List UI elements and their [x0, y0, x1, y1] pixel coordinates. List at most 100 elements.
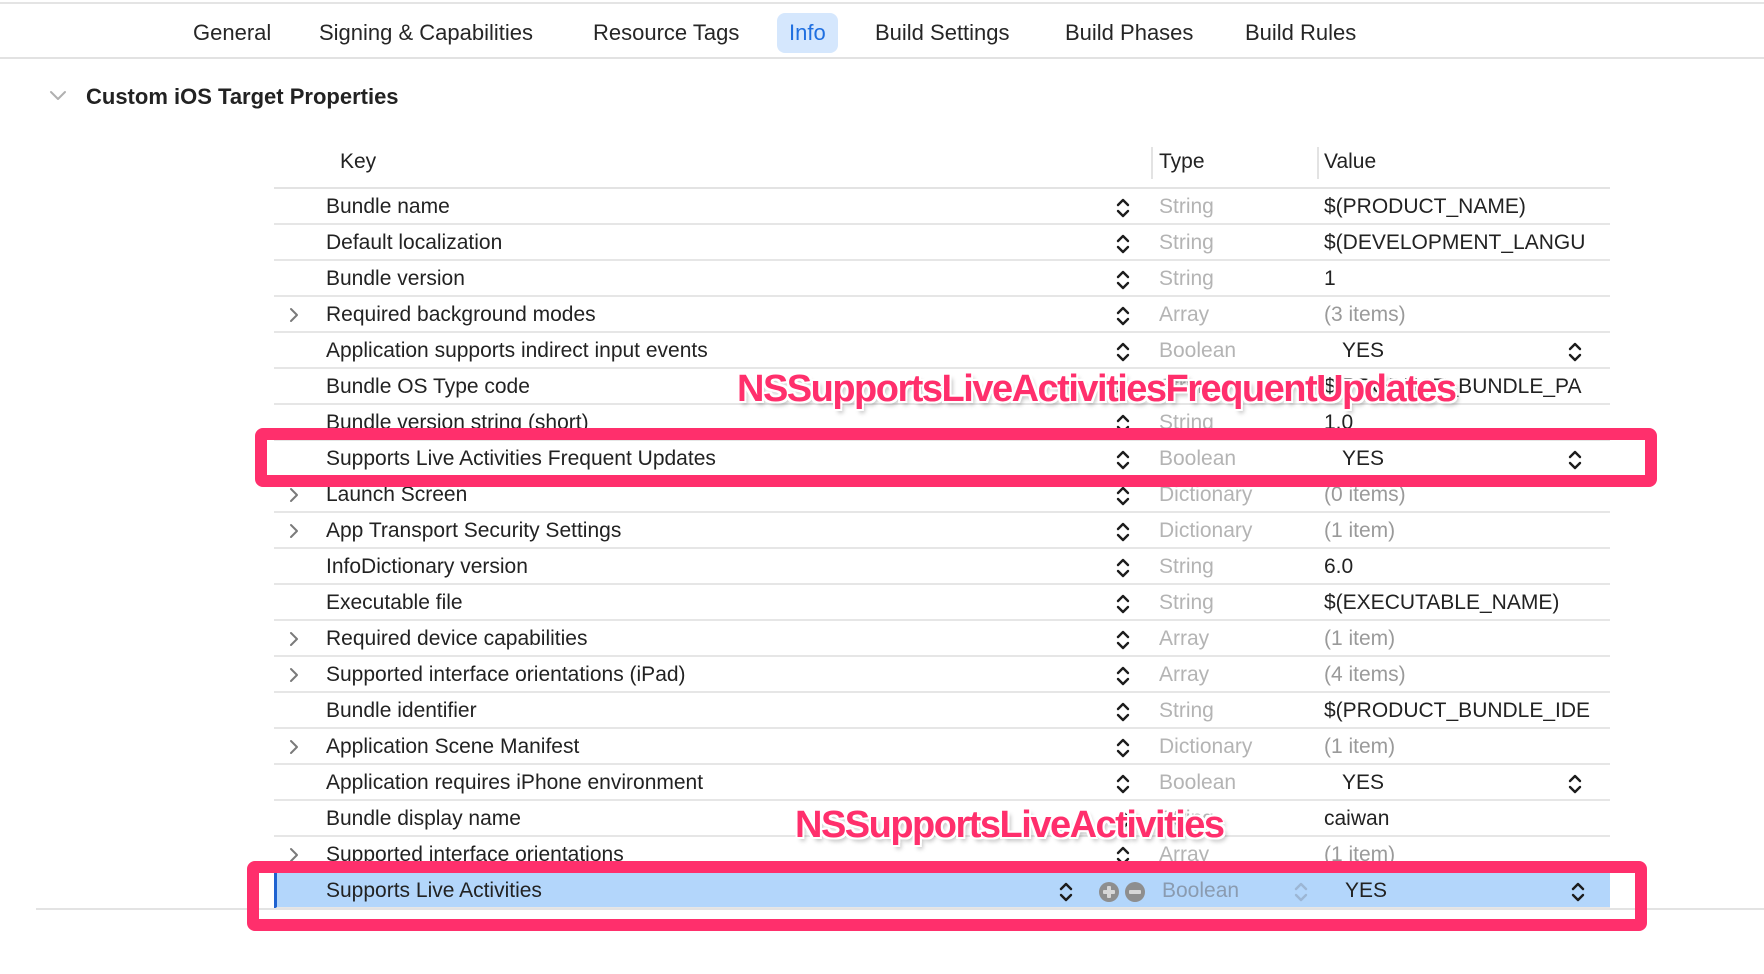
row-value[interactable]: $(DEVELOPMENT_LANGU — [1324, 231, 1585, 255]
row-type[interactable]: Boolean — [1159, 771, 1236, 795]
remove-row-button[interactable] — [1125, 882, 1145, 902]
row-value[interactable]: 6.0 — [1324, 555, 1353, 579]
row-value[interactable]: YES — [1342, 447, 1384, 471]
key-stepper-icon[interactable] — [1115, 629, 1131, 651]
row-type[interactable]: Dictionary — [1159, 735, 1252, 759]
key-stepper-icon[interactable] — [1115, 701, 1131, 723]
table-row[interactable]: Required background modes Array (3 items) — [274, 297, 1610, 333]
row-type[interactable]: Array — [1159, 663, 1209, 687]
row-type[interactable]: String — [1159, 555, 1214, 579]
row-key[interactable]: Supported interface orientations — [326, 843, 624, 867]
table-row[interactable]: Required device capabilities Array (1 item… — [274, 621, 1610, 657]
tab-resource-tags[interactable]: Resource Tags — [581, 13, 751, 53]
row-key[interactable]: Bundle version — [326, 267, 465, 291]
key-stepper-icon[interactable] — [1115, 665, 1131, 687]
chevron-right-icon[interactable] — [286, 522, 302, 540]
row-key[interactable]: Executable file — [326, 591, 463, 615]
row-value[interactable]: 1 — [1324, 267, 1336, 291]
chevron-right-icon[interactable] — [286, 306, 302, 324]
table-row[interactable]: App Transport Security Settings Dictionar… — [274, 513, 1610, 549]
key-stepper-icon[interactable] — [1115, 233, 1131, 255]
row-type[interactable]: String — [1159, 411, 1214, 435]
tab-build-phases[interactable]: Build Phases — [1053, 13, 1205, 53]
tab-general[interactable]: General — [181, 13, 283, 53]
row-value[interactable]: YES — [1342, 771, 1384, 795]
chevron-right-icon[interactable] — [286, 738, 302, 756]
add-row-button[interactable] — [1099, 882, 1119, 902]
tab-build-rules[interactable]: Build Rules — [1233, 13, 1368, 53]
type-stepper-icon[interactable] — [1293, 881, 1309, 903]
row-key[interactable]: Bundle name — [326, 195, 450, 219]
row-type[interactable]: String — [1159, 195, 1214, 219]
row-value[interactable]: $(PRODUCT_NAME) — [1324, 195, 1526, 219]
table-row[interactable]: Supports Live Activities Boolean YES — [274, 873, 1610, 909]
table-row[interactable]: Supports Live Activities Frequent Update… — [274, 441, 1610, 477]
row-key[interactable]: Launch Screen — [326, 483, 467, 507]
row-value[interactable]: (1 item) — [1324, 627, 1395, 651]
value-stepper-icon[interactable] — [1567, 341, 1583, 363]
table-row[interactable]: Launch Screen Dictionary (0 items) — [274, 477, 1610, 513]
table-row[interactable]: Bundle name String $(PRODUCT_NAME) — [274, 189, 1610, 225]
key-stepper-icon[interactable] — [1115, 557, 1131, 579]
row-value[interactable]: 1.0 — [1324, 411, 1353, 435]
key-stepper-icon[interactable] — [1115, 449, 1131, 471]
row-key[interactable]: Bundle display name — [326, 807, 521, 831]
column-header-key[interactable]: Key — [340, 150, 376, 174]
row-value[interactable]: caiwan — [1324, 807, 1389, 831]
key-stepper-icon[interactable] — [1115, 737, 1131, 759]
row-key[interactable]: Supported interface orientations (iPad) — [326, 663, 686, 687]
row-key[interactable]: Bundle identifier — [326, 699, 477, 723]
chevron-right-icon[interactable] — [286, 486, 302, 504]
value-stepper-icon[interactable] — [1567, 449, 1583, 471]
row-type[interactable]: Dictionary — [1159, 483, 1252, 507]
row-key[interactable]: App Transport Security Settings — [326, 519, 621, 543]
table-row[interactable]: Application Scene Manifest Dictionary (1 i… — [274, 729, 1610, 765]
row-type[interactable]: String — [1159, 699, 1214, 723]
row-key[interactable]: Application supports indirect input even… — [326, 339, 708, 363]
key-stepper-icon[interactable] — [1058, 881, 1074, 903]
row-value[interactable]: (4 items) — [1324, 663, 1406, 687]
column-header-value[interactable]: Value — [1324, 150, 1376, 174]
row-type[interactable]: Array — [1159, 627, 1209, 651]
row-key[interactable]: Default localization — [326, 231, 502, 255]
value-stepper-icon[interactable] — [1567, 773, 1583, 795]
key-stepper-icon[interactable] — [1115, 413, 1131, 435]
tab-signing-capabilities[interactable]: Signing & Capabilities — [307, 13, 545, 53]
chevron-down-icon[interactable] — [48, 86, 68, 106]
tab-info[interactable]: Info — [777, 13, 838, 53]
key-stepper-icon[interactable] — [1115, 485, 1131, 507]
row-key[interactable]: InfoDictionary version — [326, 555, 528, 579]
table-row[interactable]: Application supports indirect input even… — [274, 333, 1610, 369]
key-stepper-icon[interactable] — [1115, 305, 1131, 327]
row-value[interactable]: (1 item) — [1324, 843, 1395, 867]
row-value[interactable]: (1 item) — [1324, 735, 1395, 759]
row-type[interactable]: Boolean — [1159, 339, 1236, 363]
tab-build-settings[interactable]: Build Settings — [863, 13, 1022, 53]
key-stepper-icon[interactable] — [1115, 521, 1131, 543]
table-row[interactable]: Default localization String $(DEVELOPMENT_… — [274, 225, 1610, 261]
row-key[interactable]: Bundle OS Type code — [326, 375, 530, 399]
table-row[interactable]: Bundle identifier String $(PRODUCT_BUNDLE_… — [274, 693, 1610, 729]
column-divider[interactable] — [1317, 147, 1319, 179]
row-value[interactable]: YES — [1342, 339, 1384, 363]
table-row[interactable]: Application requires iPhone environment B… — [274, 765, 1610, 801]
row-key[interactable]: Application Scene Manifest — [326, 735, 579, 759]
table-row[interactable]: InfoDictionary version String 6.0 — [274, 549, 1610, 585]
chevron-right-icon[interactable] — [286, 630, 302, 648]
row-value[interactable]: YES — [1345, 879, 1387, 903]
row-type[interactable]: Array — [1159, 303, 1209, 327]
key-stepper-icon[interactable] — [1115, 269, 1131, 291]
table-row[interactable]: Supported interface orientations (iPad) A… — [274, 657, 1610, 693]
chevron-right-icon[interactable] — [286, 846, 302, 864]
row-key[interactable]: Bundle version string (short) — [326, 411, 589, 435]
key-stepper-icon[interactable] — [1115, 845, 1131, 867]
row-value[interactable]: $(PRODUCT_BUNDLE_IDE — [1324, 699, 1590, 723]
key-stepper-icon[interactable] — [1115, 341, 1131, 363]
row-value[interactable]: $(EXECUTABLE_NAME) — [1324, 591, 1559, 615]
row-type[interactable]: Boolean — [1162, 879, 1239, 903]
value-stepper-icon[interactable] — [1570, 881, 1586, 903]
key-stepper-icon[interactable] — [1115, 197, 1131, 219]
row-value[interactable]: (0 items) — [1324, 483, 1406, 507]
key-stepper-icon[interactable] — [1115, 593, 1131, 615]
row-type[interactable]: String — [1159, 231, 1214, 255]
